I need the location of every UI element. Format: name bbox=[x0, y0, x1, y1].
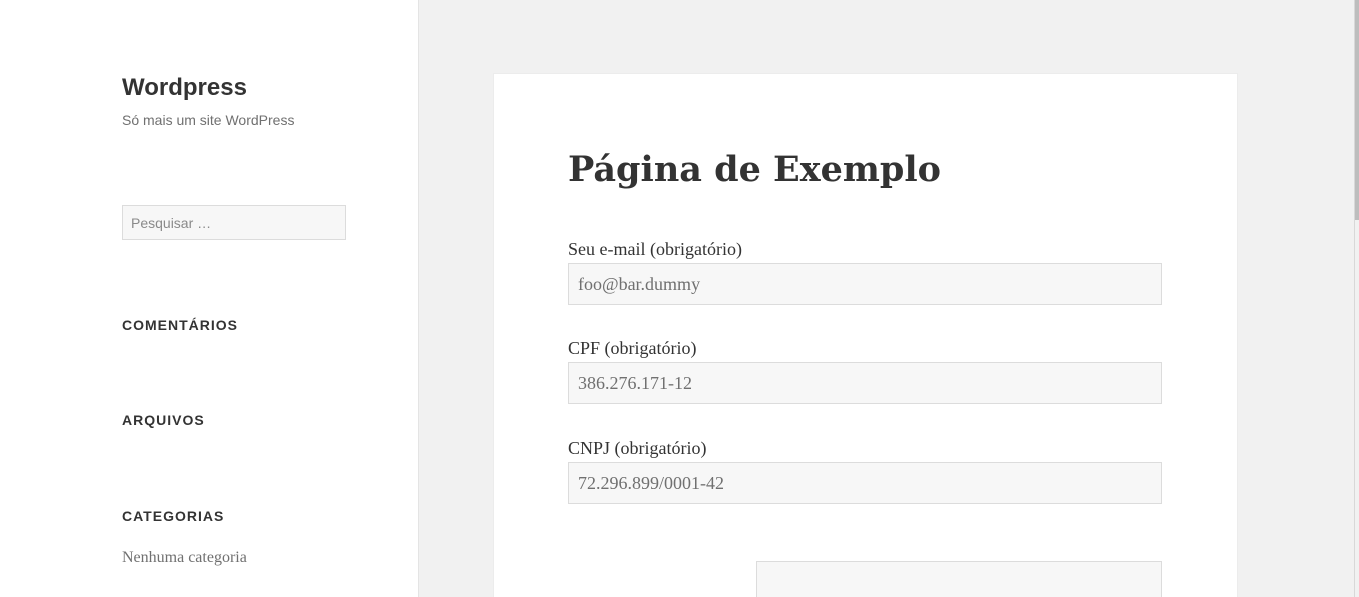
scrollbar-thumb[interactable] bbox=[1355, 0, 1359, 220]
site-title[interactable]: Wordpress bbox=[122, 73, 247, 103]
cnpj-label: CNPJ (obrigatório) bbox=[568, 438, 707, 458]
cpf-label: CPF (obrigatório) bbox=[568, 338, 697, 358]
widget-title-categories: CATEGORIAS bbox=[122, 508, 225, 524]
email-label: Seu e-mail (obrigatório) bbox=[568, 239, 742, 259]
site-description: Só mais um site WordPress bbox=[122, 112, 295, 128]
widget-title-comments: COMENTÁRIOS bbox=[122, 317, 238, 333]
page-title: Página de Exemplo bbox=[568, 149, 942, 190]
page-article: Página de Exemplo Seu e-mail (obrigatóri… bbox=[493, 73, 1238, 597]
scrollbar[interactable] bbox=[1354, 0, 1359, 597]
sidebar: Wordpress Só mais um site WordPress COME… bbox=[0, 0, 419, 597]
cnpj-field[interactable] bbox=[568, 462, 1162, 504]
email-field[interactable] bbox=[568, 263, 1162, 305]
partial-form-field[interactable] bbox=[756, 561, 1162, 597]
widget-title-archives: ARQUIVOS bbox=[122, 412, 205, 428]
search-input[interactable] bbox=[122, 205, 346, 240]
category-link[interactable]: Nenhuma categoria bbox=[122, 548, 247, 568]
cpf-field[interactable] bbox=[568, 362, 1162, 404]
